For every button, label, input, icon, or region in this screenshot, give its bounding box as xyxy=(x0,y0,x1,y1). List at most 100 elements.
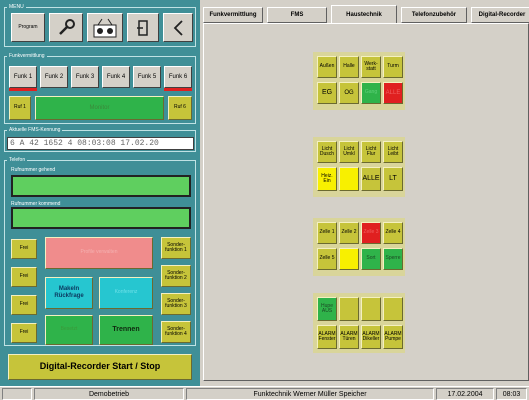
licht-flur-button[interactable]: Licht Flur xyxy=(361,141,381,163)
main-area: Funkvermittlung FMS Haustechnik Telefonz… xyxy=(200,0,529,386)
settings-button[interactable] xyxy=(49,13,83,42)
profile-verwalten-button[interactable]: Profile verwalten xyxy=(45,237,153,269)
funkvermittlung-group-title: Funkvermittlung xyxy=(7,53,47,60)
tab-haustechnik[interactable]: Haustechnik xyxy=(331,5,397,24)
ruf-1-button[interactable]: Ruf 1 xyxy=(9,96,31,120)
zelle-1-button[interactable]: Zelle 1 xyxy=(317,222,337,244)
alle-2-button[interactable]: ALLE xyxy=(361,167,381,191)
funk-1-button[interactable]: Funk 1 xyxy=(9,66,37,88)
status-company: Funktechnik Werner Müller Speicher xyxy=(186,388,434,400)
sonderfunktion-3-label: Sonder-funktion 3 xyxy=(165,297,187,309)
alarm-tueren-label: ALARM Türen xyxy=(340,330,358,342)
empty-alarm-2-button[interactable] xyxy=(361,297,381,321)
hupe-aus-label: Hupe AUS xyxy=(321,302,333,314)
frei-3-button[interactable]: Frei xyxy=(11,295,37,315)
licht-umkl-button[interactable]: Licht Umkl xyxy=(339,141,359,163)
tab-funkvermittlung[interactable]: Funkvermittlung xyxy=(203,7,263,23)
program-button[interactable]: Program xyxy=(11,13,45,42)
frei-4-button[interactable]: Frei xyxy=(11,323,37,343)
alarm-pumpe-button[interactable]: ALARM Pumpe xyxy=(383,325,403,349)
funkvermittlung-group: Funkvermittlung Funk 1 Funk 2 Funk 3 Fun… xyxy=(4,53,196,124)
digital-recorder-start-stop-button[interactable]: Digital-Recorder Start / Stop xyxy=(8,354,192,380)
eg-label: EG xyxy=(321,89,333,97)
empty-alarm-1-button[interactable] xyxy=(339,297,359,321)
digital-recorder-label: Digital-Recorder Start / Stop xyxy=(39,361,161,372)
funk-4-button[interactable]: Funk 4 xyxy=(102,66,130,88)
ruf-1-label: Ruf 1 xyxy=(14,104,26,111)
zelle-4-label: Zelle 4 xyxy=(385,229,401,236)
sort-button[interactable]: Sort xyxy=(361,248,381,270)
sort-label: Sort xyxy=(366,255,376,262)
besetzt-button[interactable]: Besetzt xyxy=(45,315,93,345)
gang-label: Gang xyxy=(364,89,378,96)
aussen-button[interactable]: Außen xyxy=(317,56,337,78)
empty-zelle-button[interactable] xyxy=(339,248,359,270)
rufnummer-gehend-field[interactable] xyxy=(11,175,191,197)
trennen-button[interactable]: Trennen xyxy=(99,315,153,345)
empty-yellow-button[interactable] xyxy=(339,167,359,191)
tab-fms[interactable]: FMS xyxy=(267,7,327,23)
konferenz-button[interactable]: Konferenz xyxy=(99,277,153,309)
sonderfunktion-2-button[interactable]: Sonder-funktion 2 xyxy=(161,265,191,287)
alarm-dikeller-button[interactable]: ALARM Dikeller xyxy=(361,325,381,349)
status-blank xyxy=(2,388,32,400)
konferenz-label: Konferenz xyxy=(114,289,138,296)
heizung-ein-button[interactable]: Heiz. Ein xyxy=(317,167,337,191)
funk-2-button[interactable]: Funk 2 xyxy=(40,66,68,88)
exit-button[interactable] xyxy=(127,13,159,42)
funk-3-button[interactable]: Funk 3 xyxy=(71,66,99,88)
frei-2-label: Frei xyxy=(19,273,29,280)
ruf-6-button[interactable]: Ruf 6 xyxy=(168,96,192,120)
hupe-aus-button[interactable]: Hupe AUS xyxy=(317,297,337,321)
licht-umkl-label: Licht Umkl xyxy=(343,145,355,157)
funk-2-label: Funk 2 xyxy=(44,73,64,80)
licht-leibt-button[interactable]: Licht Leibt xyxy=(383,141,403,163)
turm-button[interactable]: Turm xyxy=(383,56,403,78)
funk-5-label: Funk 5 xyxy=(137,73,157,80)
zelle-2-button[interactable]: Zelle 2 xyxy=(339,222,359,244)
alle-2-label: ALLE xyxy=(362,175,380,183)
zelle-5-button[interactable]: Zelle 5 xyxy=(317,248,337,270)
frei-3-label: Frei xyxy=(19,301,29,308)
eg-button[interactable]: EG xyxy=(317,82,337,104)
back-button[interactable] xyxy=(163,13,193,42)
gang-button[interactable]: Gang xyxy=(361,82,381,104)
back-arrow-icon xyxy=(173,19,183,36)
funk-1-indicator xyxy=(9,88,37,91)
alarm-group: Hupe AUS ALARM Fenster ALARM Türen ALARM… xyxy=(313,293,405,353)
lt-button[interactable]: LT xyxy=(383,167,403,191)
alarm-fenster-button[interactable]: ALARM Fenster xyxy=(317,325,337,349)
zelle-3-button[interactable]: Zelle 3 xyxy=(361,222,381,244)
alle-1-label: ALLE xyxy=(385,89,401,96)
og-button[interactable]: OG xyxy=(339,82,359,104)
funk-5-button[interactable]: Funk 5 xyxy=(133,66,161,88)
frei-2-button[interactable]: Frei xyxy=(11,267,37,287)
empty-alarm-3-button[interactable] xyxy=(383,297,403,321)
zelle-4-button[interactable]: Zelle 4 xyxy=(383,222,403,244)
makeln-button[interactable]: Makeln Rückfrage xyxy=(45,277,93,309)
halle-button[interactable]: Halle xyxy=(339,56,359,78)
left-control-panel: MENU Program Funkvermittlung Funk 1 Funk… xyxy=(0,0,200,386)
funk-6-button[interactable]: Funk 6 xyxy=(164,66,192,88)
zelle-3-label: Zelle 3 xyxy=(363,229,379,236)
sonderfunktion-1-button[interactable]: Sonder-funktion 1 xyxy=(161,237,191,259)
tab-digital-recorder[interactable]: Digital-Recorder xyxy=(471,7,529,23)
sonderfunktion-3-button[interactable]: Sonder-funktion 3 xyxy=(161,293,191,315)
sperre-button[interactable]: Sperre xyxy=(383,248,403,270)
werkstatt-button[interactable]: Werk-statt xyxy=(361,56,381,78)
sonderfunktion-4-label: Sonder-funktion 4 xyxy=(165,325,187,337)
status-time-label: 08:03 xyxy=(502,390,521,398)
rufnummer-kommend-field[interactable] xyxy=(11,207,191,229)
wrench-icon xyxy=(59,18,75,35)
licht-dusch-button[interactable]: Licht Dusch xyxy=(317,141,337,163)
tab-telefonzubehoer-label: Telefonzubehör xyxy=(411,12,457,18)
fms-kennung-display: 6 A 42 1652 4 08:03:08 17.02.20 xyxy=(7,137,194,150)
radio-button[interactable] xyxy=(87,13,123,42)
sonderfunktion-2-label: Sonder-funktion 2 xyxy=(165,269,187,281)
alarm-tueren-button[interactable]: ALARM Türen xyxy=(339,325,359,349)
monitor-button[interactable]: Monitor xyxy=(35,96,164,120)
tab-telefonzubehoer[interactable]: Telefonzubehör xyxy=(401,7,467,23)
frei-1-button[interactable]: Frei xyxy=(11,239,37,259)
alle-1-button[interactable]: ALLE xyxy=(383,82,403,104)
sonderfunktion-4-button[interactable]: Sonder-funktion 4 xyxy=(161,321,191,343)
